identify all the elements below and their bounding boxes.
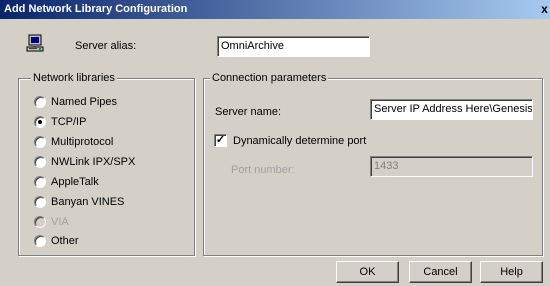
window-title: Add Network Library Configuration — [4, 3, 188, 15]
radio-label: Banyan VINES — [51, 196, 125, 208]
radio-label: VIA — [51, 216, 69, 228]
radio-label: Other — [51, 235, 79, 247]
title-bar[interactable]: Add Network Library Configuration x — [0, 0, 550, 19]
port-number-input: 1433 — [370, 156, 533, 177]
radio-label: TCP/IP — [51, 116, 87, 128]
radio-label: AppleTalk — [51, 176, 99, 188]
network-libraries-legend: Network libraries — [31, 72, 117, 84]
dynamic-port-checkbox[interactable]: ✓ — [214, 134, 227, 147]
server-alias-input[interactable]: OmniArchive — [217, 36, 370, 57]
radio-label: Multiprotocol — [51, 136, 114, 148]
radio-button[interactable] — [34, 96, 46, 108]
server-name-input[interactable]: Server IP Address Here\Genesis — [370, 99, 533, 120]
radio-button[interactable] — [34, 196, 46, 208]
radio-button[interactable] — [34, 176, 46, 188]
server-alias-label: Server alias: — [75, 40, 137, 52]
radio-button[interactable] — [34, 136, 46, 148]
radio-label: Named Pipes — [51, 96, 118, 108]
radio-button — [34, 216, 46, 228]
dynamic-port-label: Dynamically determine port — [233, 135, 367, 147]
ok-button[interactable]: OK — [336, 261, 399, 283]
connection-parameters-legend: Connection parameters — [210, 72, 329, 84]
radio-label: NWLink IPX/SPX — [51, 156, 136, 168]
computer-icon — [26, 34, 46, 54]
help-button[interactable]: Help — [480, 261, 543, 283]
port-number-label: Port number: — [231, 164, 295, 176]
radio-button[interactable] — [34, 156, 46, 168]
server-name-label: Server name: — [215, 106, 282, 118]
radio-button[interactable] — [34, 235, 46, 247]
cancel-button[interactable]: Cancel — [409, 261, 472, 283]
close-icon[interactable]: x — [539, 2, 550, 16]
radio-button[interactable] — [34, 116, 46, 128]
